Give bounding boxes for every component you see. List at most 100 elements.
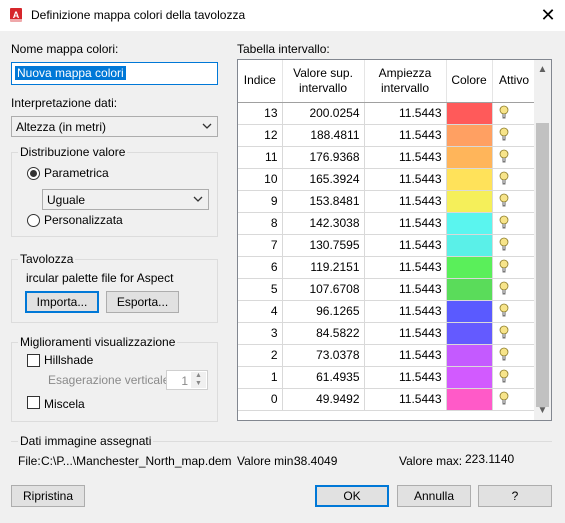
row-color[interactable] [446,388,493,411]
row-interval-width[interactable]: 11.5443 [364,168,447,191]
table-row[interactable]: 8 142.3038 11.5443 [238,212,537,235]
scroll-up-icon[interactable]: ▲ [534,64,551,75]
lightbulb-icon[interactable] [499,325,509,339]
row-upper-value[interactable]: 119.2151 [282,256,365,279]
lightbulb-icon[interactable] [499,303,509,317]
vertical-exaggeration-spinner[interactable]: 1 ▲ ▼ [166,370,208,390]
color-swatch[interactable] [446,366,492,388]
table-row[interactable]: 5 107.6708 11.5443 [238,278,537,301]
row-color[interactable] [446,366,493,389]
table-row[interactable]: 1 61.4935 11.5443 [238,366,537,389]
import-button[interactable]: Importa... [25,291,99,313]
row-interval-width[interactable]: 11.5443 [364,190,447,213]
row-interval-width[interactable]: 11.5443 [364,300,447,323]
table-row[interactable]: 11 176.9368 11.5443 [238,146,537,169]
lightbulb-icon[interactable] [499,193,509,207]
row-interval-width[interactable]: 11.5443 [364,102,447,125]
lightbulb-icon[interactable] [499,149,509,163]
row-index[interactable]: 2 [238,344,283,367]
row-active[interactable] [492,102,537,125]
row-interval-width[interactable]: 11.5443 [364,234,447,257]
row-upper-value[interactable]: 84.5822 [282,322,365,345]
row-index[interactable]: 8 [238,212,283,235]
color-swatch[interactable] [446,212,492,234]
lightbulb-icon[interactable] [499,259,509,273]
row-color[interactable] [446,234,493,257]
table-row[interactable]: 0 49.9492 11.5443 [238,388,537,411]
column-header-color[interactable]: Colore [446,60,493,103]
row-interval-width[interactable]: 11.5443 [364,256,447,279]
row-color[interactable] [446,322,493,345]
name-input[interactable]: Nuova mappa colori [11,62,218,85]
row-color[interactable] [446,212,493,235]
row-upper-value[interactable]: 142.3038 [282,212,365,235]
row-color[interactable] [446,102,493,125]
lightbulb-icon[interactable] [499,171,509,185]
color-swatch[interactable] [446,300,492,322]
color-swatch[interactable] [446,278,492,300]
row-color[interactable] [446,256,493,279]
table-row[interactable]: 13 200.0254 11.5443 [238,102,537,125]
color-swatch[interactable] [446,190,492,212]
lightbulb-icon[interactable] [499,237,509,251]
ok-button[interactable]: OK [315,485,389,507]
color-swatch[interactable] [446,234,492,256]
row-interval-width[interactable]: 11.5443 [364,322,447,345]
row-upper-value[interactable]: 49.9492 [282,388,365,411]
row-upper-value[interactable]: 188.4811 [282,124,365,147]
hillshade-checkbox[interactable] [27,354,40,367]
row-color[interactable] [446,146,493,169]
row-index[interactable]: 10 [238,168,283,191]
scroll-down-icon[interactable]: ▼ [534,405,551,416]
row-index[interactable]: 0 [238,388,283,411]
row-upper-value[interactable]: 165.3924 [282,168,365,191]
table-row[interactable]: 12 188.4811 11.5443 [238,124,537,147]
row-color[interactable] [446,190,493,213]
lightbulb-icon[interactable] [499,105,509,119]
export-button[interactable]: Esporta... [106,291,179,313]
color-swatch[interactable] [446,388,492,410]
row-active[interactable] [492,344,537,367]
row-active[interactable] [492,190,537,213]
row-upper-value[interactable]: 130.7595 [282,234,365,257]
row-upper-value[interactable]: 107.6708 [282,278,365,301]
row-interval-width[interactable]: 11.5443 [364,344,447,367]
row-active[interactable] [492,212,537,235]
row-active[interactable] [492,300,537,323]
lightbulb-icon[interactable] [499,127,509,141]
reset-button[interactable]: Ripristina [11,485,85,507]
row-interval-width[interactable]: 11.5443 [364,278,447,301]
row-index[interactable]: 12 [238,124,283,147]
column-header-index[interactable]: Indice [238,60,283,103]
color-swatch[interactable] [446,102,492,124]
lightbulb-icon[interactable] [499,347,509,361]
table-row[interactable]: 6 119.2151 11.5443 [238,256,537,279]
row-color[interactable] [446,168,493,191]
table-row[interactable]: 2 73.0378 11.5443 [238,344,537,367]
row-index[interactable]: 9 [238,190,283,213]
column-header-active[interactable]: Attivo [492,60,537,103]
row-index[interactable]: 11 [238,146,283,169]
table-row[interactable]: 4 96.1265 11.5443 [238,300,537,323]
row-interval-width[interactable]: 11.5443 [364,124,447,147]
row-active[interactable] [492,234,537,257]
row-upper-value[interactable]: 96.1265 [282,300,365,323]
row-index[interactable]: 13 [238,102,283,125]
row-active[interactable] [492,124,537,147]
cancel-button[interactable]: Annulla [397,485,471,507]
lightbulb-icon[interactable] [499,391,509,405]
interpretation-combo[interactable]: Altezza (in metri) [11,116,218,137]
spin-up-icon[interactable]: ▲ [191,372,206,380]
row-upper-value[interactable]: 176.9368 [282,146,365,169]
row-active[interactable] [492,388,537,411]
color-swatch[interactable] [446,322,492,344]
table-row[interactable]: 10 165.3924 11.5443 [238,168,537,191]
row-interval-width[interactable]: 11.5443 [364,388,447,411]
color-swatch[interactable] [446,256,492,278]
row-active[interactable] [492,256,537,279]
row-index[interactable]: 3 [238,322,283,345]
row-interval-width[interactable]: 11.5443 [364,366,447,389]
row-interval-width[interactable]: 11.5443 [364,212,447,235]
row-color[interactable] [446,300,493,323]
row-color[interactable] [446,124,493,147]
